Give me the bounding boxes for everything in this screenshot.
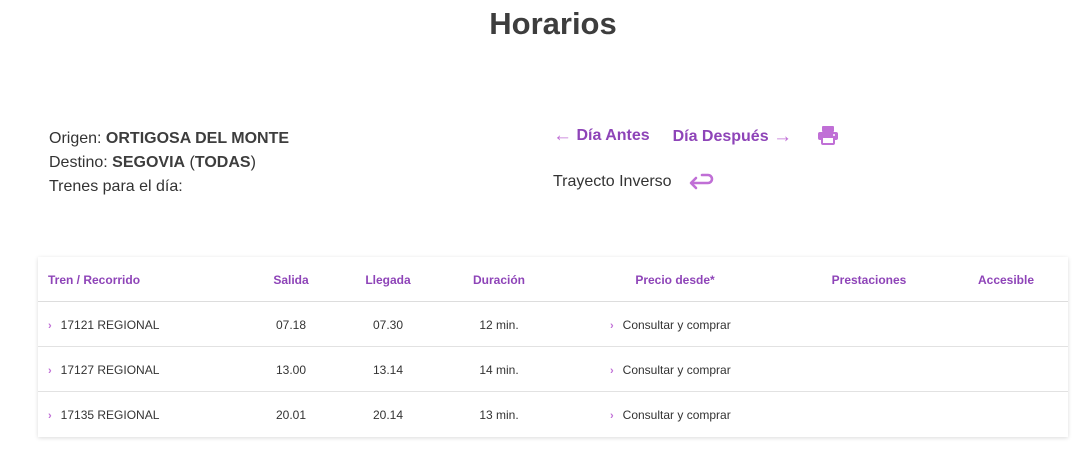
page-title: Horarios — [489, 6, 617, 41]
price-link-label[interactable]: Consultar y comprar — [623, 408, 731, 422]
price-link[interactable]: › Consultar y comprar — [610, 318, 731, 332]
arrow-right-icon: → — [773, 126, 793, 147]
header-price: Precio desde* — [635, 273, 715, 287]
trip-duration: 13 min. — [479, 408, 519, 422]
train-number[interactable]: 17121 REGIONAL — [61, 318, 160, 332]
origin-label: Origen: — [49, 130, 102, 147]
destination-station-scope: TODAS — [194, 154, 251, 171]
inverse-route-label[interactable]: Trayecto Inverso — [553, 173, 672, 191]
price-link-label[interactable]: Consultar y comprar — [623, 363, 731, 377]
table-row: › 17135 REGIONAL 20.01 20.14 13 min. › Con… — [38, 392, 1068, 437]
previous-day-link[interactable]: ← Día Antes — [553, 125, 650, 147]
origin-value: ORTIGOSA DEL MONTE — [105, 130, 290, 147]
header-duration: Duración — [472, 273, 526, 287]
price-link[interactable]: › Consultar y comprar — [610, 408, 731, 422]
arrow-left-icon: ← — [553, 125, 572, 146]
chevron-right-icon: › — [610, 320, 614, 332]
trains-date-label: Trenes para el día: — [49, 178, 183, 195]
arrival-time: 20.14 — [372, 408, 404, 422]
inverse-route[interactable]: Trayecto Inverso — [553, 172, 714, 192]
train-link[interactable]: › 17127 REGIONAL — [48, 363, 159, 377]
timetable: Tren / Recorrido Salida Llegada Duración… — [38, 257, 1068, 437]
destination-row: Destino: SEGOVIA (TODAS) — [49, 151, 289, 175]
departure-time: 20.01 — [275, 408, 307, 422]
origin-row: Origen: ORTIGOSA DEL MONTE — [49, 127, 289, 151]
destination-label: Destino: — [49, 154, 108, 171]
header-departure: Salida — [273, 273, 309, 287]
price-link-label[interactable]: Consultar y comprar — [623, 318, 731, 332]
trip-duration: 14 min. — [479, 363, 519, 377]
chevron-right-icon: › — [48, 365, 52, 377]
arrival-time: 07.30 — [372, 318, 404, 332]
header-train: Tren / Recorrido — [48, 273, 141, 287]
next-day-label: Día Después — [672, 128, 769, 145]
destination-paren-close: ) — [250, 154, 256, 171]
trip-duration: 12 min. — [479, 318, 519, 332]
table-row: › 17121 REGIONAL 07.18 07.30 12 min. › Con… — [38, 302, 1068, 347]
train-link[interactable]: › 17135 REGIONAL — [48, 408, 159, 422]
train-number[interactable]: 17135 REGIONAL — [61, 408, 160, 422]
table-row: › 17127 REGIONAL 13.00 13.14 14 min. › Con… — [38, 347, 1068, 392]
departure-time: 13.00 — [275, 363, 307, 377]
trains-date-row: Trenes para el día: — [49, 175, 289, 199]
header-arrival: Llegada — [365, 273, 411, 287]
chevron-right-icon: › — [610, 365, 614, 377]
train-link[interactable]: › 17121 REGIONAL — [48, 318, 159, 332]
arrival-time: 13.14 — [372, 363, 404, 377]
previous-day-label: Día Antes — [576, 127, 650, 144]
route-info: Origen: ORTIGOSA DEL MONTE Destino: SEGO… — [49, 127, 289, 199]
return-arrow-icon[interactable] — [688, 172, 714, 192]
destination-value: SEGOVIA — [112, 154, 186, 171]
next-day-link[interactable]: Día Después → — [673, 126, 793, 148]
price-link[interactable]: › Consultar y comprar — [610, 363, 731, 377]
chevron-right-icon: › — [48, 410, 52, 422]
header-services: Prestaciones — [831, 273, 907, 287]
printer-icon[interactable] — [817, 125, 839, 150]
departure-time: 07.18 — [275, 318, 307, 332]
chevron-right-icon: › — [48, 320, 52, 332]
chevron-right-icon: › — [610, 410, 614, 422]
header-accessible: Accesible — [977, 273, 1035, 287]
table-header-row: Tren / Recorrido Salida Llegada Duración… — [38, 257, 1068, 302]
day-navigation: ← Día Antes Día Después → — [553, 125, 838, 148]
train-number[interactable]: 17127 REGIONAL — [61, 363, 160, 377]
